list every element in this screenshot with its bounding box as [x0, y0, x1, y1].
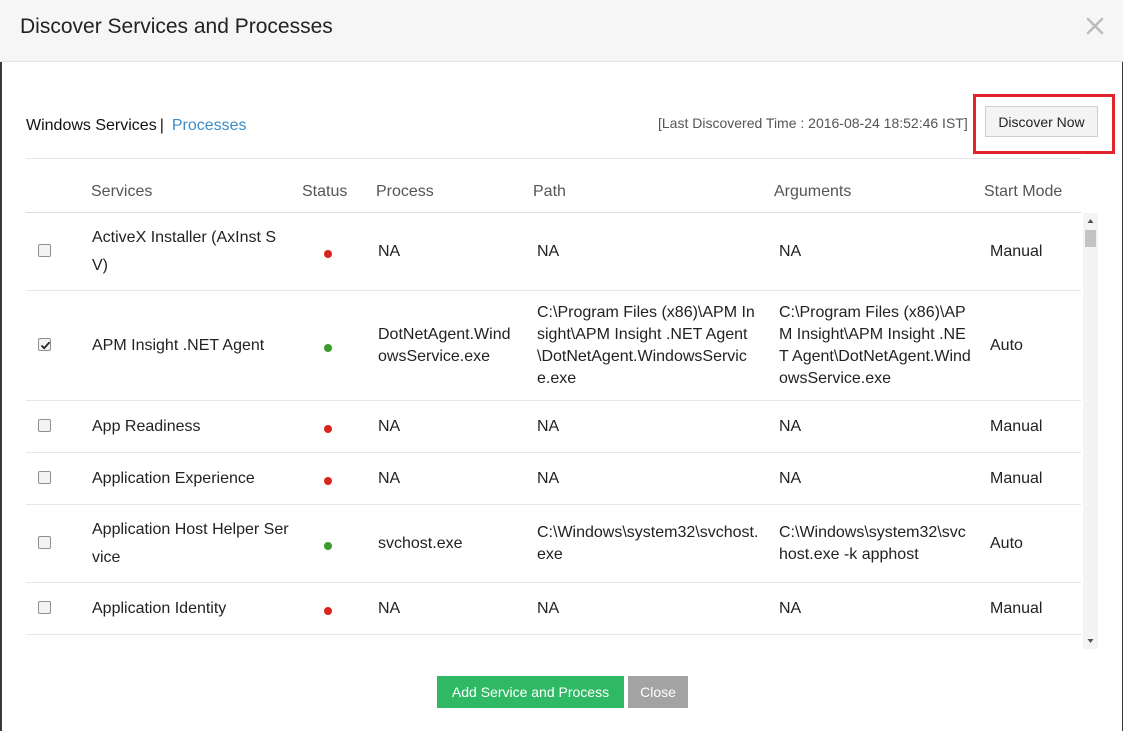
table-row: ActiveX Installer (AxInst SV) NA NA NA Manua… — [26, 213, 1081, 291]
service-name: App Readiness — [92, 418, 201, 435]
header-path: Path — [533, 183, 566, 200]
process-name: DotNetAgent.WindowsService.exe — [378, 326, 511, 365]
dialog-edge-left — [0, 62, 2, 731]
service-process-tabs: Windows Services | Processes — [26, 117, 247, 135]
path-value: C:\Windows\system32\svchost.exe — [537, 524, 759, 563]
close-button[interactable]: Close — [628, 676, 688, 708]
triangle-up-icon[interactable] — [1083, 214, 1098, 228]
status-dot — [324, 344, 332, 352]
process-name: NA — [378, 600, 401, 617]
tab-separator: | — [159, 117, 164, 134]
start-mode-value: Auto — [990, 337, 1023, 354]
discover-now-button[interactable]: Discover Now — [985, 106, 1098, 137]
status-dot — [324, 607, 332, 615]
start-mode-value: Manual — [990, 418, 1043, 435]
services-table-body: ActiveX Installer (AxInst SV) NA NA NA Manua… — [26, 213, 1081, 635]
start-mode-value: Manual — [990, 600, 1043, 617]
row-checkbox[interactable] — [38, 244, 51, 257]
start-mode-value: Auto — [990, 535, 1023, 552]
row-checkbox[interactable] — [38, 471, 51, 484]
close-icon[interactable] — [1085, 14, 1105, 38]
header-start-mode: Start Mode — [984, 183, 1063, 200]
process-name: NA — [378, 418, 401, 435]
triangle-down-icon[interactable] — [1083, 634, 1098, 648]
process-name: NA — [378, 243, 401, 260]
checkmark-icon — [40, 341, 51, 350]
row-checkbox[interactable] — [38, 338, 51, 351]
table-row: App Readiness NA NA NA Manual — [26, 401, 1081, 453]
tabs-divider — [26, 158, 1081, 159]
service-name: APM Insight .NET Agent — [92, 337, 265, 354]
scrollbar-thumb[interactable] — [1085, 230, 1096, 247]
tab-windows-services[interactable]: Windows Services — [26, 117, 157, 134]
header-process: Process — [376, 183, 434, 200]
service-name: Application Identity — [92, 600, 227, 617]
process-name: svchost.exe — [378, 535, 463, 552]
arguments-value: C:\Program Files (x86)\APM Insight\APM I… — [779, 304, 971, 387]
table-row: Application Host Helper Service svchost.e… — [26, 505, 1081, 583]
status-dot — [324, 477, 332, 485]
path-value: NA — [537, 600, 560, 617]
table-row: Application Identity NA NA NA Manual — [26, 583, 1081, 635]
path-value: NA — [537, 470, 560, 487]
path-value: NA — [537, 243, 560, 260]
status-dot — [324, 250, 332, 258]
row-checkbox[interactable] — [38, 601, 51, 614]
start-mode-value: Manual — [990, 243, 1043, 260]
arguments-value: NA — [779, 243, 802, 260]
service-name: ActiveX Installer (AxInst SV) — [92, 229, 277, 274]
dialog-header: Discover Services and Processes — [0, 0, 1123, 62]
arguments-value: C:\Windows\system32\svchost.exe -k appho… — [779, 524, 966, 563]
tab-processes[interactable]: Processes — [172, 117, 247, 134]
process-name: NA — [378, 470, 401, 487]
arguments-value: NA — [779, 470, 802, 487]
row-checkbox[interactable] — [38, 536, 51, 549]
table-scrollbar[interactable] — [1083, 213, 1098, 649]
service-name: Application Host Helper Service — [92, 521, 289, 566]
header-status: Status — [302, 183, 348, 200]
arguments-value: NA — [779, 600, 802, 617]
arguments-value: NA — [779, 418, 802, 435]
table-row: Application Experience NA NA NA Manual — [26, 453, 1081, 505]
status-dot — [324, 542, 332, 550]
path-value: NA — [537, 418, 560, 435]
add-service-and-process-button[interactable]: Add Service and Process — [437, 676, 624, 708]
dialog-title: Discover Services and Processes — [20, 15, 333, 38]
last-discovered-time: [Last Discovered Time : 2016-08-24 18:52… — [658, 115, 968, 131]
service-name: Application Experience — [92, 470, 255, 487]
status-dot — [324, 425, 332, 433]
header-arguments: Arguments — [774, 183, 852, 200]
path-value: C:\Program Files (x86)\APM Insight\APM I… — [537, 304, 755, 387]
table-row: APM Insight .NET Agent DotNetAgent.Window… — [26, 291, 1081, 401]
row-checkbox[interactable] — [38, 419, 51, 432]
header-services: Services — [91, 183, 153, 200]
start-mode-value: Manual — [990, 470, 1043, 487]
